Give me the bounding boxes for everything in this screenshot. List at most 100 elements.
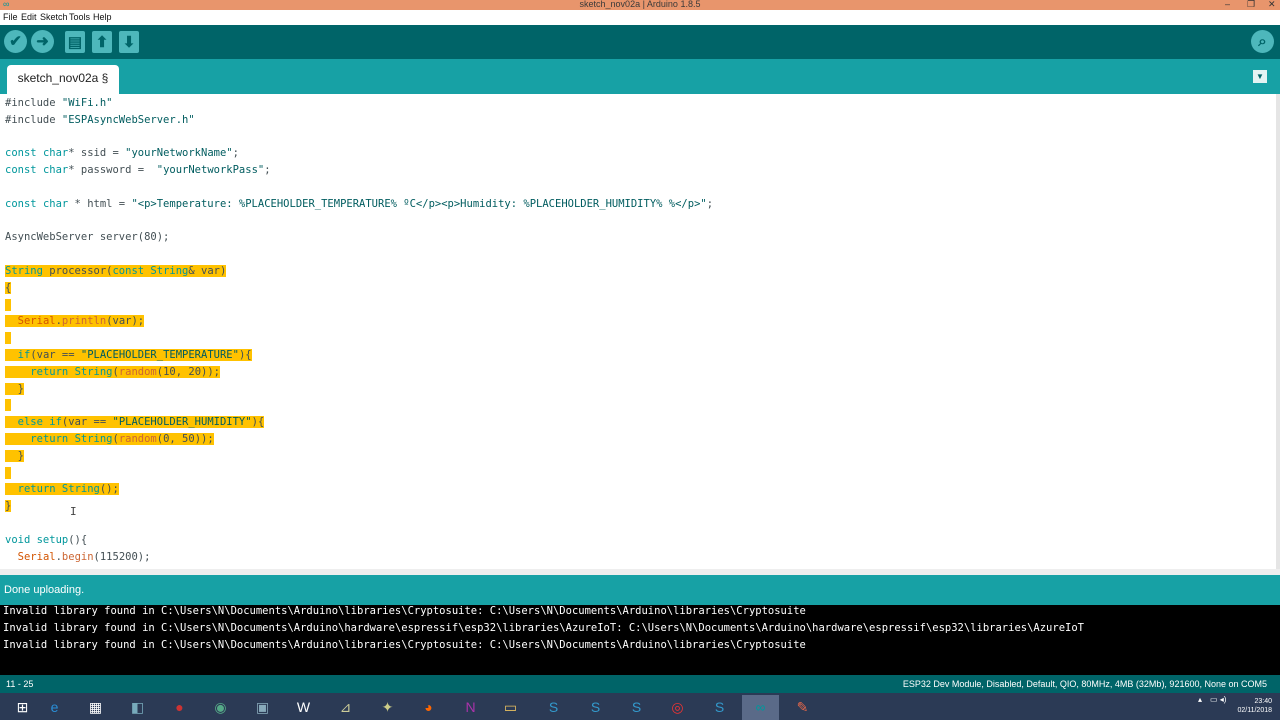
taskbar-app-icon[interactable]: S (577, 695, 614, 720)
code-line[interactable]: { (5, 280, 12, 297)
clock[interactable]: 23:40 02/11/2018 (1237, 697, 1272, 715)
code-line[interactable]: if(var == "PLACEHOLDER_TEMPERATURE"){ (5, 347, 252, 364)
code-line[interactable]: const char* password = "yourNetworkPass"… (5, 162, 271, 179)
editor-scrollbar[interactable] (1276, 94, 1280, 569)
console-line: Invalid library found in C:\Users\N\Docu… (3, 639, 806, 651)
code-line[interactable]: return String(random(0, 50)); (5, 431, 214, 448)
code-token: begin (61, 550, 94, 563)
console-output[interactable]: Invalid library found in C:\Users\N\Docu… (0, 605, 1280, 675)
code-token: String (5, 265, 43, 277)
code-token: (115200); (93, 550, 151, 563)
code-line[interactable]: } (5, 498, 12, 515)
selected-code: if(var == "PLACEHOLDER_TEMPERATURE"){ (5, 349, 252, 361)
taskbar-app-icon[interactable]: ◎ (659, 695, 696, 720)
title-bar: ∞ sketch_nov02a | Arduino 1.8.5 – ❐ ✕ (0, 0, 1280, 10)
taskbar-app-icon[interactable]: ◧ (119, 695, 156, 720)
code-token: char (42, 164, 69, 177)
code-line[interactable]: Serial.begin(115200); (5, 549, 151, 566)
code-line[interactable] (5, 397, 12, 414)
magnifier-icon: ⌕ (1258, 33, 1267, 50)
selected-code: } (5, 382, 24, 395)
code-text: const char* ssid = "yourNetworkName"; (5, 147, 239, 159)
selected-code: { (5, 281, 12, 294)
taskbar-app-icon[interactable]: S (535, 695, 572, 720)
code-token: "yourNetworkName" (125, 147, 233, 160)
menu-help[interactable]: Help (93, 12, 112, 22)
chevron-down-icon: ▼ (1256, 72, 1264, 81)
code-token: Serial (17, 550, 56, 563)
code-line[interactable]: else if(var == "PLACEHOLDER_HUMIDITY"){ (5, 414, 265, 431)
footer-bar: 11 - 25 ESP32 Dev Module, Disabled, Defa… (0, 675, 1280, 693)
code-token: char (42, 147, 69, 160)
code-line[interactable]: AsyncWebServer server(80); (5, 229, 169, 246)
taskbar-app-icon[interactable]: ▣ (244, 695, 281, 720)
taskbar-app-icon[interactable]: ◉ (202, 695, 239, 720)
menu-edit[interactable]: Edit (21, 12, 37, 22)
code-line[interactable]: return String(random(10, 20)); (5, 364, 220, 381)
code-line[interactable]: String processor(const String& var) (5, 263, 227, 280)
selected-code (5, 399, 12, 412)
new-file-icon: ▤ (67, 34, 83, 51)
code-token: AsyncWebServer server(80); (5, 231, 170, 244)
maximize-button[interactable]: ❐ (1247, 0, 1255, 10)
code-line[interactable] (5, 297, 12, 314)
save-button[interactable]: ⬇ (119, 31, 139, 53)
code-line[interactable]: const char * html = "<p>Temperature: %PL… (5, 196, 713, 213)
menu-sketch[interactable]: Sketch (40, 12, 68, 22)
taskbar-app-icon[interactable]: ◕ (410, 695, 447, 720)
taskbar-app-icon[interactable]: ✎ (784, 695, 821, 720)
code-token: random (118, 433, 157, 445)
taskbar-app-icon[interactable]: ● (161, 695, 198, 720)
taskbar-app-icon[interactable]: S (701, 695, 738, 720)
code-token: String (74, 365, 113, 378)
tray-icons[interactable]: ▭ ◂) (1210, 695, 1226, 704)
menu-file[interactable]: File (3, 12, 18, 22)
code-token: "PLACEHOLDER_TEMPERATURE" (80, 349, 239, 361)
new-button[interactable]: ▤ (65, 31, 85, 53)
code-token: "PLACEHOLDER_HUMIDITY" (112, 416, 252, 429)
tray-arrow-icon[interactable]: ▴ (1198, 695, 1202, 704)
menu-tools[interactable]: Tools (69, 12, 90, 22)
code-line[interactable] (5, 330, 12, 347)
code-token: (var); (106, 315, 145, 328)
line-range: 11 - 25 (6, 679, 34, 689)
verify-button[interactable]: ✔ (4, 30, 27, 53)
code-line[interactable]: void setup(){ (5, 532, 87, 549)
code-line[interactable]: } (5, 448, 24, 465)
close-button[interactable]: ✕ (1268, 0, 1276, 10)
taskbar-app-icon[interactable]: ▭ (492, 695, 529, 720)
tab-sketch[interactable]: sketch_nov02a § (7, 65, 119, 94)
status-bar: Done uploading. (0, 575, 1280, 605)
taskbar-app-icon[interactable]: ▦ (77, 695, 114, 720)
serial-monitor-button[interactable]: ⌕ (1251, 30, 1274, 53)
taskbar-app-icon[interactable]: W (285, 695, 322, 720)
code-editor[interactable]: #include "WiFi.h" #include "ESPAsyncWebSe… (0, 94, 1276, 569)
arrow-right-icon: ➜ (36, 33, 49, 50)
taskbar-app-icon[interactable]: ∞ (742, 695, 779, 720)
code-line[interactable]: #include "WiFi.h" (5, 95, 112, 112)
code-line[interactable]: } (5, 381, 24, 398)
code-token: random (118, 365, 157, 378)
window-title: sketch_nov02a | Arduino 1.8.5 (579, 0, 701, 9)
taskbar-app-icon[interactable]: ⊿ (327, 695, 364, 720)
open-button[interactable]: ⬆ (92, 31, 112, 53)
code-token: (var == (61, 416, 113, 429)
taskbar-app-icon[interactable]: N (452, 695, 489, 720)
minimize-button[interactable]: – (1225, 0, 1230, 10)
taskbar-app-icon[interactable]: S (618, 695, 655, 720)
code-line[interactable]: Serial.println(var); (5, 313, 145, 330)
code-line[interactable]: const char* ssid = "yourNetworkName"; (5, 145, 239, 162)
taskbar-app-icon[interactable]: ✦ (369, 695, 406, 720)
upload-button[interactable]: ➜ (31, 30, 54, 53)
code-line[interactable]: #include "ESPAsyncWebServer.h" (5, 112, 195, 129)
taskbar-app-icon[interactable]: e (36, 695, 73, 720)
tab-menu-button[interactable]: ▼ (1253, 70, 1267, 83)
checkmark-icon: ✔ (9, 33, 22, 50)
code-line[interactable]: return String(); (5, 481, 119, 498)
code-token: } (5, 449, 24, 462)
code-line[interactable] (5, 465, 12, 482)
code-token: return (30, 365, 75, 378)
